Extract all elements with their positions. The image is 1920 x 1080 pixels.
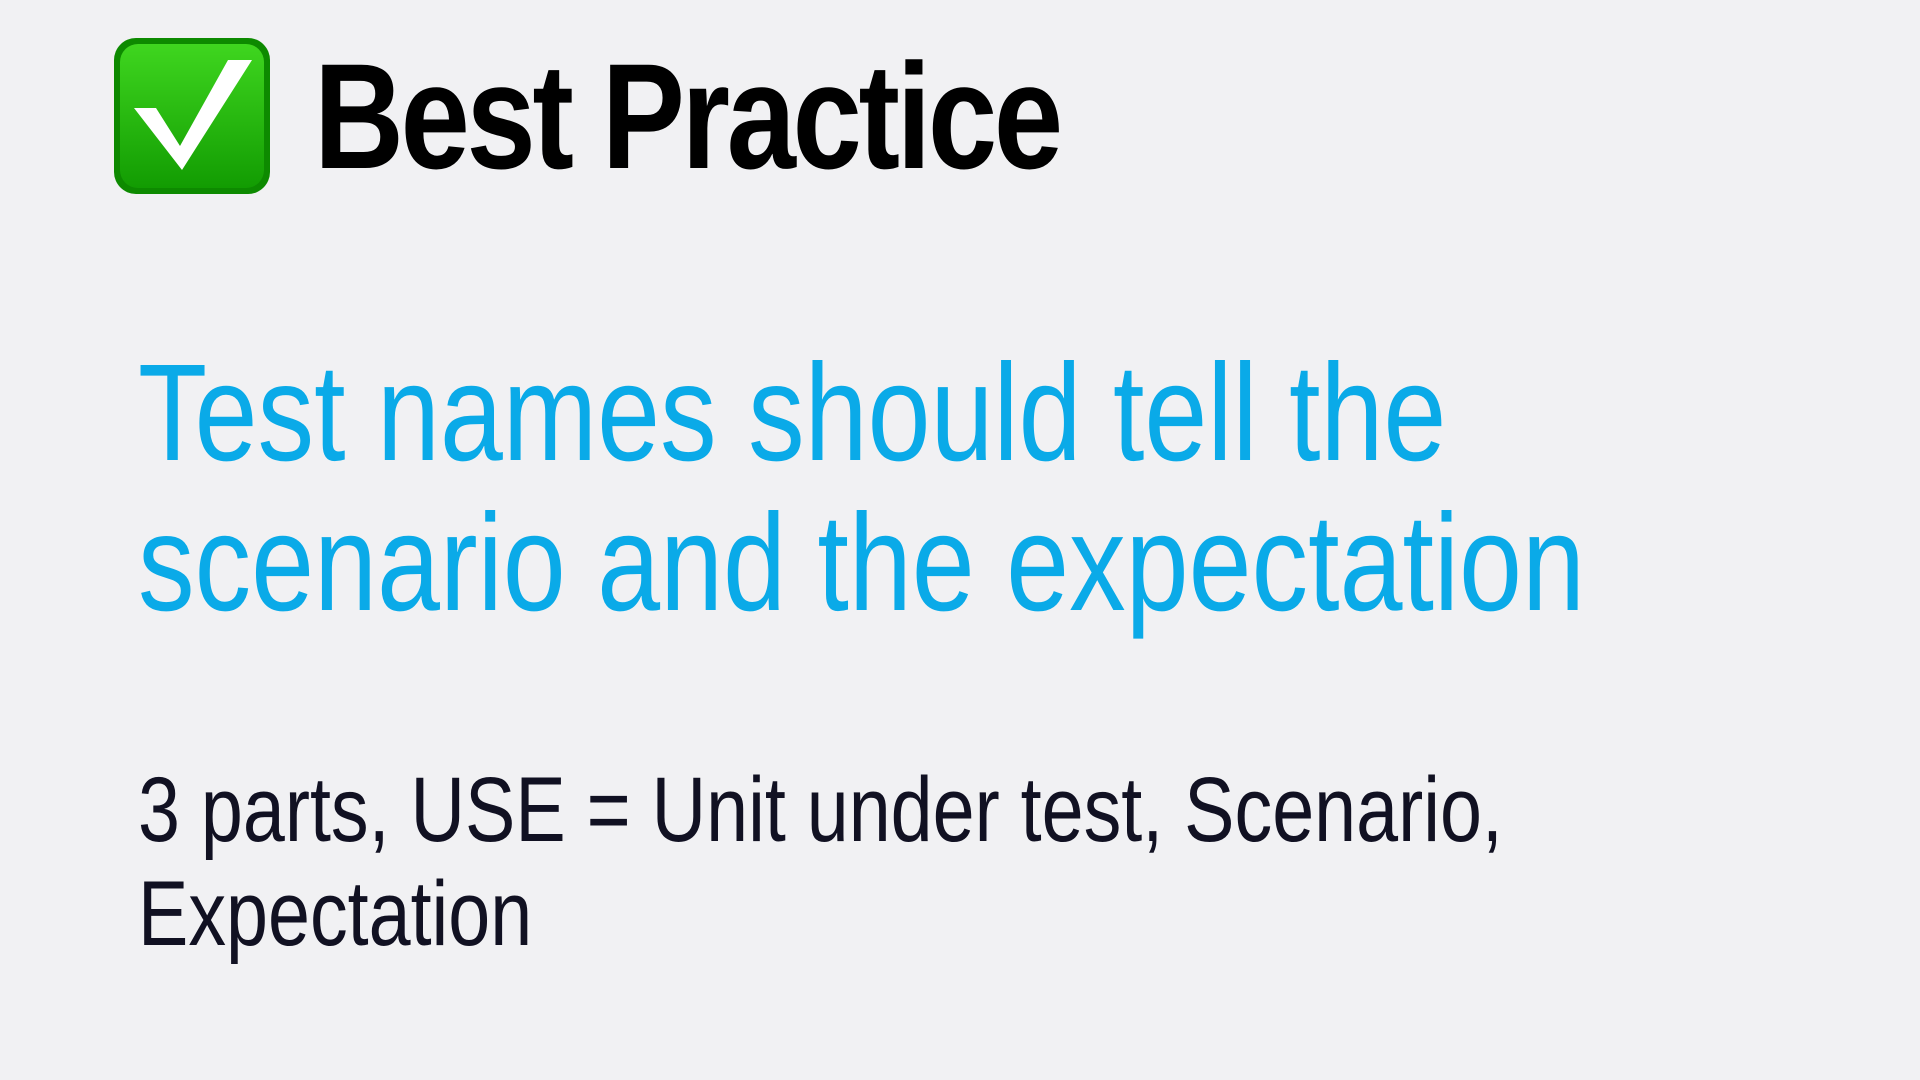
detail-line: 3 parts, USE = Unit under test, Scenario… [138, 759, 1503, 861]
headline-line: Test names should tell the [138, 336, 1447, 490]
detail-text: 3 parts, USE = Unit under test, Scenario… [138, 758, 1581, 966]
slide: Best Practice Test names should tell the… [0, 0, 1920, 1080]
slide-header: Best Practice [112, 36, 1213, 196]
headline: Test names should tell the scenario and … [138, 336, 1585, 640]
headline-line: scenario and the expectation [138, 486, 1585, 640]
check-mark-button-icon [114, 38, 270, 194]
slide-title: Best Practice [314, 32, 1063, 200]
detail-line: Expectation [138, 863, 533, 965]
